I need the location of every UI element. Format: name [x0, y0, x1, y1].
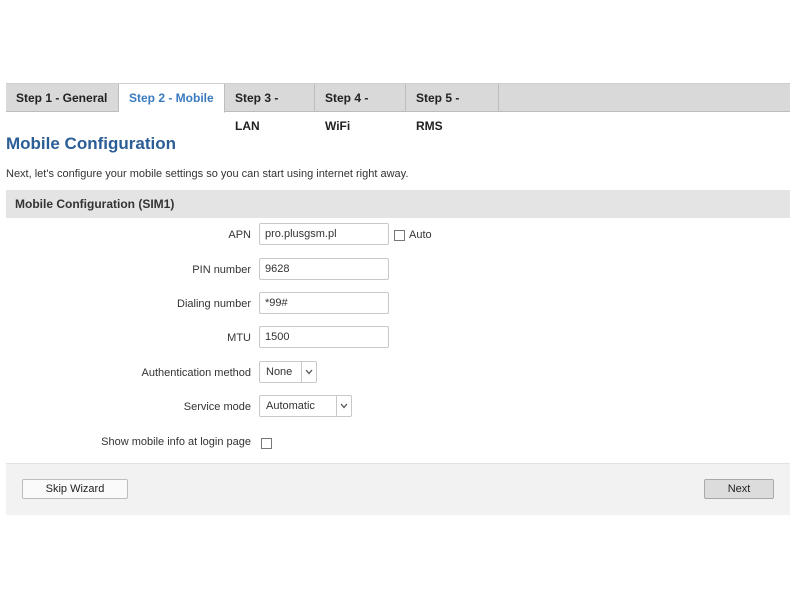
dialing-row: Dialing number — [6, 292, 790, 316]
pin-field-wrap — [259, 258, 389, 280]
mtu-input[interactable] — [259, 326, 389, 348]
apn-row: APN Auto — [6, 223, 790, 247]
tab-step2-mobile[interactable]: Step 2 - Mobile — [119, 84, 225, 113]
wizard-footer: Skip Wizard Next — [6, 463, 790, 515]
auth-row: Authentication method None — [6, 361, 790, 385]
show-info-checkbox[interactable] — [261, 438, 272, 449]
apn-auto-toggle[interactable]: Auto — [394, 223, 432, 247]
page-title: Mobile Configuration — [6, 134, 176, 153]
auth-select-value: None — [266, 366, 293, 378]
dialing-label: Dialing number — [177, 298, 251, 310]
skip-wizard-button[interactable]: Skip Wizard — [22, 479, 128, 499]
wizard-tabs: Step 1 - General Step 2 - Mobile Step 3 … — [6, 83, 790, 133]
tab-step4-wifi[interactable]: Step 4 - WiFi — [315, 84, 406, 133]
dialing-field-wrap — [259, 292, 389, 314]
service-select[interactable]: Automatic — [259, 395, 352, 417]
pin-label: PIN number — [192, 264, 251, 276]
mtu-field-wrap — [259, 326, 389, 348]
chevron-down-icon[interactable] — [301, 362, 316, 382]
dialing-input[interactable] — [259, 292, 389, 314]
next-button[interactable]: Next — [704, 479, 774, 499]
tab-step1-general[interactable]: Step 1 - General — [6, 84, 119, 112]
mtu-row: MTU — [6, 326, 790, 350]
show-info-row: Show mobile info at login page — [6, 430, 790, 454]
pin-row: PIN number — [6, 258, 790, 282]
tab-step5-rms[interactable]: Step 5 - RMS — [406, 84, 499, 133]
chevron-down-icon[interactable] — [336, 396, 351, 416]
apn-auto-label: Auto — [409, 229, 432, 241]
service-label: Service mode — [183, 401, 251, 413]
auth-label: Authentication method — [141, 367, 251, 379]
apn-label: APN — [228, 229, 251, 241]
service-select-value: Automatic — [266, 400, 315, 412]
page-description: Next, let's configure your mobile settin… — [6, 168, 409, 180]
auth-field-wrap: None — [259, 361, 317, 383]
show-info-label: Show mobile info at login page — [101, 436, 251, 448]
apn-input[interactable] — [259, 223, 389, 245]
apn-auto-checkbox[interactable] — [394, 229, 405, 241]
mtu-label: MTU — [227, 332, 251, 344]
service-field-wrap: Automatic — [259, 395, 352, 417]
auth-select[interactable]: None — [259, 361, 317, 383]
tab-step3-lan[interactable]: Step 3 - LAN — [225, 84, 315, 133]
service-row: Service mode Automatic — [6, 395, 790, 419]
section-header-sim1: Mobile Configuration (SIM1) — [6, 190, 790, 218]
show-info-field-wrap — [261, 436, 276, 454]
pin-input[interactable] — [259, 258, 389, 280]
apn-field-wrap — [259, 223, 389, 245]
